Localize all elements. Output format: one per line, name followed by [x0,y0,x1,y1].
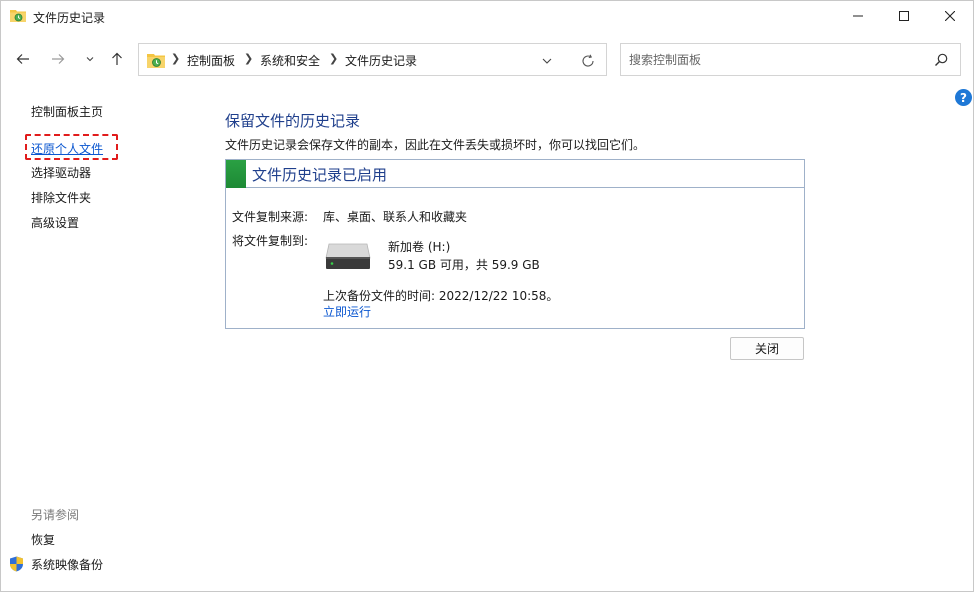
copy-target-label: 将文件复制到: [232,234,309,248]
breadcrumb-chevron-icon: ❯ [171,52,181,65]
run-now-link[interactable]: 立即运行 [323,303,371,320]
breadcrumb-system-security[interactable]: 系统和安全 [260,52,320,69]
drive-name: 新加卷 (H:) [388,240,451,254]
panel-header: 文件历史记录已启用 [226,160,804,188]
drive-icon [325,243,371,269]
address-dropdown-button[interactable] [539,53,555,69]
chevron-down-icon [542,58,552,64]
uac-shield-icon [10,556,23,572]
back-button[interactable] [12,48,34,70]
breadcrumb-chevron-icon[interactable]: ❯ [329,52,338,65]
copy-source-value: 库、桌面、联系人和收藏夹 [323,210,468,224]
chevron-down-icon [86,57,94,62]
see-also-heading: 另请参阅 [31,508,80,522]
close-window-button[interactable] [927,1,973,31]
file-history-folder-icon [147,54,165,68]
arrow-left-icon [16,54,29,64]
file-history-folder-icon [10,10,26,22]
help-icon[interactable]: ? [955,89,972,106]
arrow-up-icon [112,52,122,65]
status-title: 文件历史记录已启用 [252,166,388,184]
close-icon [945,11,955,21]
file-history-window: 文件历史记录 ❯ 控制面板 ❯ 系统和安全 ❯ 文件历史记录 搜索控制面板 ? … [0,0,974,592]
copy-source-label: 文件复制来源: [232,210,309,224]
breadcrumb-file-history[interactable]: 文件历史记录 [345,52,417,69]
file-history-status-panel: 文件历史记录已启用 文件复制来源: 库、桌面、联系人和收藏夹 将文件复制到: 新… [225,159,805,329]
navigation-bar: ❯ 控制面板 ❯ 系统和安全 ❯ 文件历史记录 [1,39,973,79]
refresh-icon [582,54,594,67]
title-bar: 文件历史记录 [1,1,973,31]
last-backup-time: 上次备份文件的时间: 2022/12/22 10:58。 [323,289,559,303]
search-icon[interactable] [933,52,949,68]
page-description: 文件历史记录会保存文件的副本，因此在文件丢失或损坏时，你可以找回它们。 [225,138,646,152]
sidebar-item-control-panel-home[interactable]: 控制面板主页 [31,103,103,120]
sidebar-item-exclude-folders[interactable]: 排除文件夹 [31,189,91,206]
refresh-button[interactable] [579,52,597,70]
turn-off-button[interactable]: 关闭 [730,337,804,360]
sidebar-item-select-drive[interactable]: 选择驱动器 [31,164,91,181]
maximize-button[interactable] [881,1,927,31]
drive-space: 59.1 GB 可用，共 59.9 GB [388,258,540,272]
maximize-icon [899,11,909,21]
recent-locations-button[interactable] [79,48,101,70]
search-input[interactable] [629,51,919,69]
minimize-icon [853,15,863,17]
breadcrumb-chevron-icon[interactable]: ❯ [244,52,253,65]
up-button[interactable] [106,48,128,70]
search-box[interactable] [620,43,961,76]
page-title: 保留文件的历史记录 [225,112,361,130]
minimize-button[interactable] [835,1,881,31]
breadcrumb-control-panel[interactable]: 控制面板 [187,52,235,69]
address-bar[interactable]: ❯ 控制面板 ❯ 系统和安全 ❯ 文件历史记录 [138,43,607,76]
forward-button[interactable] [47,48,69,70]
arrow-right-icon [52,54,65,64]
window-title: 文件历史记录 [33,11,106,25]
see-also-system-image-backup[interactable]: 系统映像备份 [31,556,103,573]
see-also-recovery[interactable]: 恢复 [31,531,55,548]
status-indicator [226,160,246,188]
sidebar-item-restore-personal-files[interactable]: 还原个人文件 [31,140,103,157]
sidebar-item-advanced-settings[interactable]: 高级设置 [31,214,79,231]
